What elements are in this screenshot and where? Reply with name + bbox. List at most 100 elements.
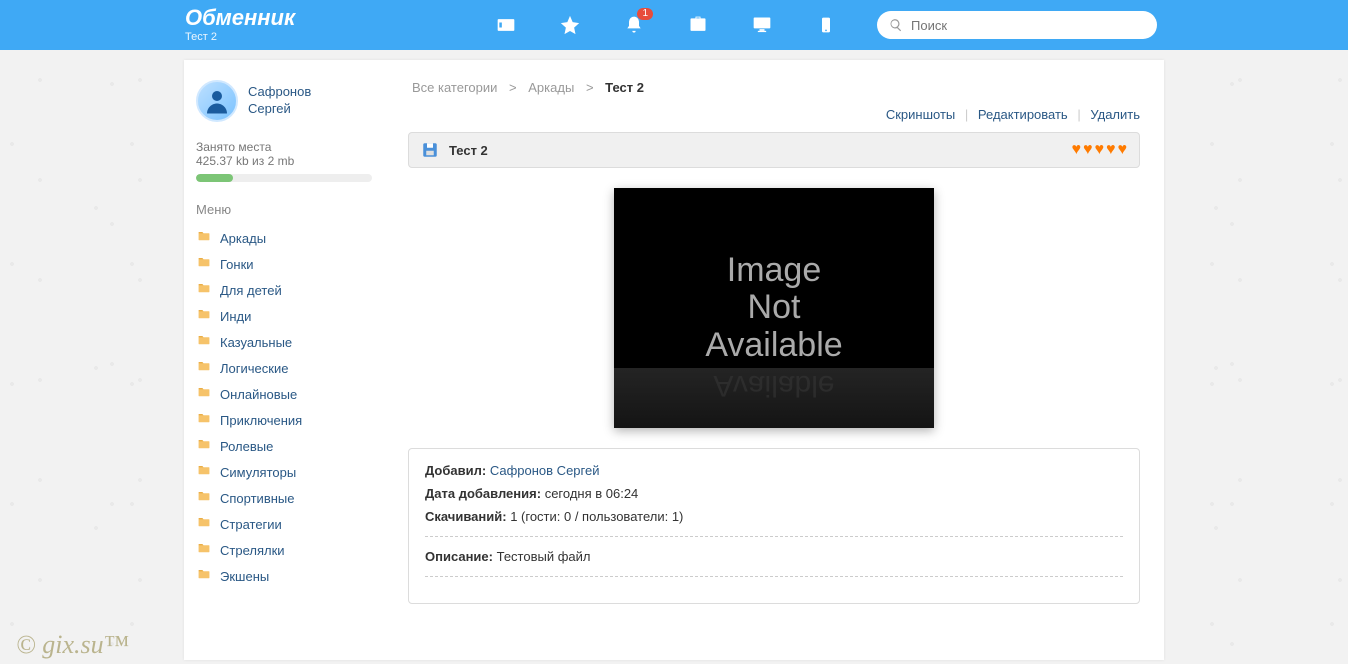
sidebar-item-label[interactable]: Ролевые — [220, 439, 273, 454]
avatar — [196, 80, 238, 122]
sidebar-item-1[interactable]: Гонки — [196, 251, 372, 277]
info-downloads: Скачиваний: 1 (гости: 0 / пользователи: … — [425, 509, 1123, 524]
sidebar-item-8[interactable]: Ролевые — [196, 433, 372, 459]
item-title: Тест 2 — [449, 143, 488, 158]
breadcrumb-current: Тест 2 — [605, 80, 644, 95]
sidebar-item-11[interactable]: Стратегии — [196, 511, 372, 537]
sidebar-item-label[interactable]: Онлайновые — [220, 387, 297, 402]
search-input[interactable] — [911, 18, 1145, 33]
folder-icon — [196, 568, 212, 584]
brand[interactable]: Обменник Тест 2 — [185, 7, 335, 43]
sidebar-item-label[interactable]: Стрелялки — [220, 543, 285, 558]
nav-icons: 1 — [495, 14, 837, 36]
wallet-icon[interactable] — [495, 14, 517, 36]
monitor-icon[interactable] — [751, 14, 773, 36]
sidebar-item-3[interactable]: Инди — [196, 303, 372, 329]
folder-icon — [196, 464, 212, 480]
preview-reflection: Available — [614, 368, 934, 428]
sidebar-item-5[interactable]: Логические — [196, 355, 372, 381]
breadcrumb: Все категории > Аркады > Тест 2 — [408, 80, 1140, 95]
disk-icon — [421, 141, 439, 159]
heart-icon: ♥ — [1072, 141, 1082, 159]
heart-icon: ♥ — [1106, 141, 1116, 159]
sidebar-item-label[interactable]: Симуляторы — [220, 465, 296, 480]
sidebar-item-13[interactable]: Экшены — [196, 563, 372, 589]
star-icon[interactable] — [559, 14, 581, 36]
info-description: Описание: Тестовый файл — [425, 549, 1123, 564]
search-box[interactable] — [877, 11, 1157, 39]
info-box: Добавил: Сафронов Сергей Дата добавления… — [408, 448, 1140, 604]
heart-icon: ♥ — [1095, 141, 1105, 159]
folder-icon — [196, 308, 212, 324]
bell-icon[interactable]: 1 — [623, 14, 645, 36]
info-author-link[interactable]: Сафронов Сергей — [490, 463, 600, 478]
menu-heading: Меню — [196, 202, 372, 217]
folder-icon — [196, 230, 212, 246]
breadcrumb-category[interactable]: Аркады — [528, 80, 574, 95]
search-icon — [889, 18, 903, 32]
sidebar-item-label[interactable]: Приключения — [220, 413, 302, 428]
topbar: Обменник Тест 2 1 — [0, 0, 1348, 50]
edit-link[interactable]: Редактировать — [978, 107, 1068, 122]
sidebar-item-label[interactable]: Для детей — [220, 283, 282, 298]
preview-wrap: Image Not Available Available — [408, 188, 1140, 428]
sidebar-item-label[interactable]: Гонки — [220, 257, 254, 272]
sidebar-item-label[interactable]: Экшены — [220, 569, 269, 584]
menu-list: Аркады Гонки Для детей Инди Казуальные Логиче… — [196, 225, 372, 589]
folder-icon — [196, 386, 212, 402]
sidebar-item-label[interactable]: Казуальные — [220, 335, 292, 350]
sidebar-item-9[interactable]: Симуляторы — [196, 459, 372, 485]
sidebar-item-label[interactable]: Аркады — [220, 231, 266, 246]
storage-fill — [196, 174, 233, 182]
info-date: Дата добавления: сегодня в 06:24 — [425, 486, 1123, 501]
brand-title: Обменник — [185, 7, 335, 29]
sidebar-item-label[interactable]: Спортивные — [220, 491, 294, 506]
user-name-last: Сергей — [248, 101, 311, 118]
folder-icon — [196, 412, 212, 428]
container: Сафронов Сергей Занято места 425.37 kb и… — [184, 60, 1164, 660]
storage-label: Занято места — [196, 140, 372, 154]
watermark: © gix.su™ — [16, 630, 129, 660]
folder-icon — [196, 516, 212, 532]
heart-icon: ♥ — [1118, 141, 1128, 159]
folder-icon — [196, 256, 212, 272]
user-name-first: Сафронов — [248, 84, 311, 101]
notification-badge: 1 — [637, 8, 653, 20]
sidebar-item-6[interactable]: Онлайновые — [196, 381, 372, 407]
heart-icon: ♥ — [1083, 141, 1093, 159]
mobile-icon[interactable] — [815, 14, 837, 36]
info-separator-2 — [425, 576, 1123, 577]
folder-icon — [196, 542, 212, 558]
sidebar-item-4[interactable]: Казуальные — [196, 329, 372, 355]
sidebar-item-0[interactable]: Аркады — [196, 225, 372, 251]
preview-image: Image Not Available Available — [614, 188, 934, 428]
briefcase-icon[interactable] — [687, 14, 709, 36]
user-name: Сафронов Сергей — [248, 84, 311, 118]
action-links: Скриншоты | Редактировать | Удалить — [408, 107, 1140, 122]
folder-icon — [196, 360, 212, 376]
info-added: Добавил: Сафронов Сергей — [425, 463, 1123, 478]
folder-icon — [196, 438, 212, 454]
screenshots-link[interactable]: Скриншоты — [886, 107, 955, 122]
delete-link[interactable]: Удалить — [1090, 107, 1140, 122]
sidebar-item-7[interactable]: Приключения — [196, 407, 372, 433]
folder-icon — [196, 490, 212, 506]
sidebar-item-label[interactable]: Инди — [220, 309, 251, 324]
folder-icon — [196, 334, 212, 350]
sidebar-item-12[interactable]: Стрелялки — [196, 537, 372, 563]
sidebar-item-2[interactable]: Для детей — [196, 277, 372, 303]
sidebar-item-10[interactable]: Спортивные — [196, 485, 372, 511]
breadcrumb-root[interactable]: Все категории — [412, 80, 497, 95]
rating-hearts[interactable]: ♥♥♥♥♥ — [1072, 141, 1128, 159]
storage-bar — [196, 174, 372, 182]
brand-subtitle: Тест 2 — [185, 31, 335, 43]
main-content: Все категории > Аркады > Тест 2 Скриншот… — [384, 60, 1164, 660]
sidebar: Сафронов Сергей Занято места 425.37 kb и… — [184, 60, 384, 660]
folder-icon — [196, 282, 212, 298]
user-block[interactable]: Сафронов Сергей — [196, 80, 372, 122]
sidebar-item-label[interactable]: Стратегии — [220, 517, 282, 532]
info-separator — [425, 536, 1123, 537]
preview-text: Image Not Available — [705, 252, 842, 364]
storage-value: 425.37 kb из 2 mb — [196, 154, 372, 168]
sidebar-item-label[interactable]: Логические — [220, 361, 288, 376]
